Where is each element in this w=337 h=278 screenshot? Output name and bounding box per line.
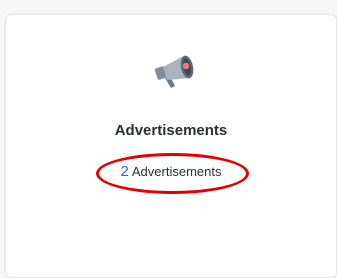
advertisements-card[interactable]: Advertisements 2 Advertisements	[5, 14, 337, 278]
advertisements-count-link[interactable]: 2 Advertisements	[6, 163, 336, 180]
advertisements-count-label: Advertisements	[131, 164, 222, 179]
megaphone-icon	[152, 48, 200, 96]
card-title: Advertisements	[114, 122, 228, 139]
advertisements-count: 2	[120, 163, 129, 180]
